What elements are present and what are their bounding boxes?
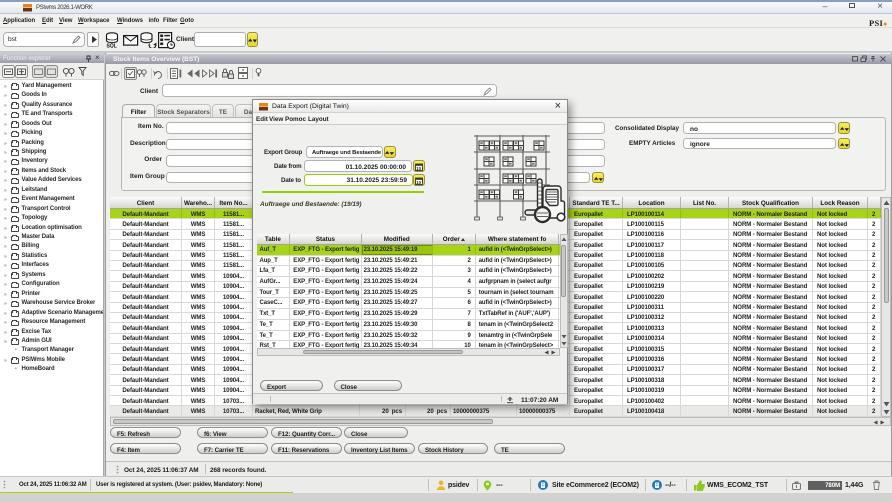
svg-text:10: 10	[416, 180, 421, 185]
svg-text:SQL: SQL	[107, 44, 117, 49]
svg-text:10: 10	[416, 166, 421, 171]
